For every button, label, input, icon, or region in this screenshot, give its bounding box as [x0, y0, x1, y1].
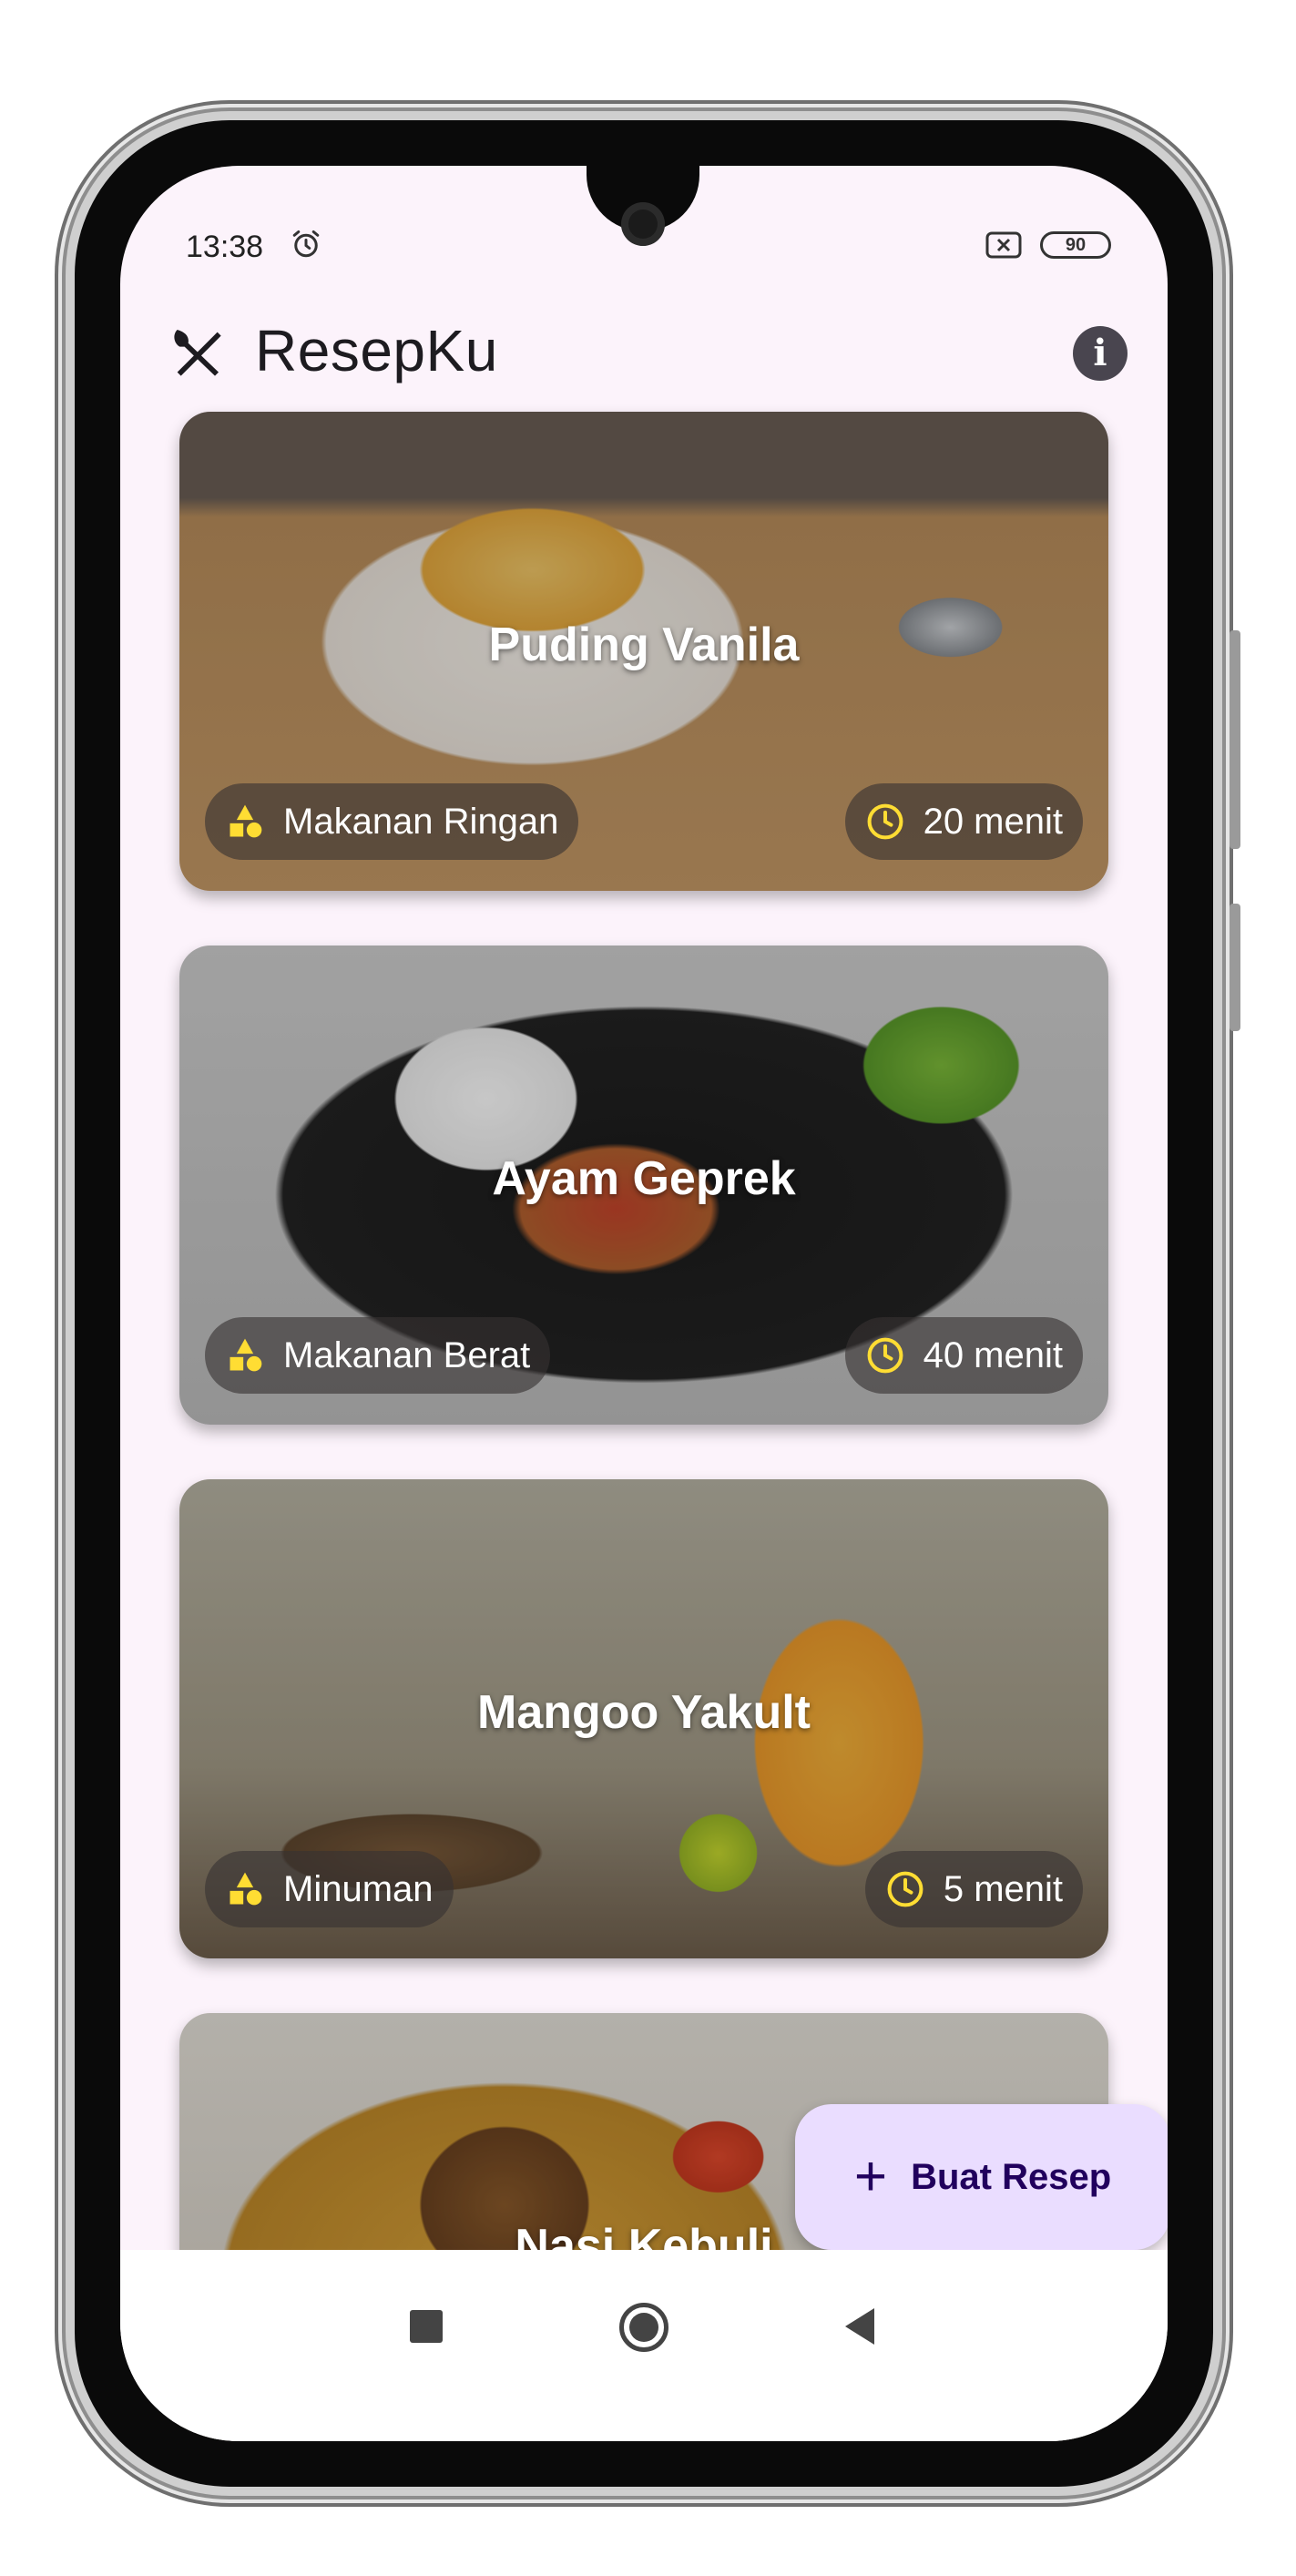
power-button — [1230, 904, 1240, 1031]
category-label: Makanan Berat — [283, 1334, 531, 1375]
category-chip: Makanan Ringan — [205, 783, 579, 860]
alarm-icon — [292, 230, 320, 258]
duration-label: 40 menit — [923, 1334, 1063, 1375]
clock-icon — [887, 1871, 924, 1907]
battery-icon: 90 — [1040, 231, 1111, 259]
duration-label: 5 menit — [943, 1868, 1063, 1909]
category-icon — [230, 1872, 262, 1906]
category-label: Minuman — [283, 1868, 434, 1909]
category-chip: Makanan Berat — [205, 1317, 551, 1394]
app-title: ResepKu — [255, 318, 498, 383]
recipe-card[interactable]: Puding Vanila Makanan Ringan 20 menit — [179, 412, 1108, 891]
recipe-card[interactable]: Ayam Geprek Makanan Berat 40 menit — [179, 946, 1108, 1425]
phone-frame: Puding Vanila Makanan Ringan 20 menit Ay… — [75, 120, 1240, 2487]
system-nav-bar — [120, 2250, 1168, 2441]
category-icon — [230, 1338, 262, 1372]
recipe-title: Ayam Geprek — [492, 1152, 796, 1205]
duration-chip: 20 menit — [844, 783, 1083, 860]
recipe-title: Mangoo Yakult — [477, 1686, 811, 1739]
category-label: Makanan Ringan — [283, 801, 559, 842]
recents-button[interactable] — [410, 2310, 443, 2343]
no-sim-icon — [985, 231, 1022, 259]
duration-chip: 5 menit — [864, 1851, 1083, 1927]
restaurant-icon — [174, 330, 221, 376]
plus-icon: + — [853, 2145, 888, 2208]
category-chip: Minuman — [205, 1851, 454, 1927]
recipe-title: Puding Vanila — [488, 618, 800, 671]
category-icon — [230, 804, 262, 838]
home-button[interactable] — [619, 2303, 668, 2352]
recipe-list[interactable]: Puding Vanila Makanan Ringan 20 menit Ay… — [120, 166, 1168, 2441]
camera — [621, 202, 665, 246]
screen: Puding Vanila Makanan Ringan 20 menit Ay… — [120, 166, 1168, 2441]
create-recipe-label: Buat Resep — [911, 2156, 1112, 2197]
duration-label: 20 menit — [923, 801, 1063, 842]
create-recipe-button[interactable]: + Buat Resep — [795, 2104, 1168, 2250]
recipe-card[interactable]: Mangoo Yakult Minuman 5 menit — [179, 1479, 1108, 1958]
clock-icon — [867, 1337, 903, 1374]
back-button[interactable] — [845, 2308, 874, 2345]
duration-chip: 40 menit — [844, 1317, 1083, 1394]
info-icon[interactable]: i — [1073, 326, 1128, 381]
clock-icon — [867, 803, 903, 840]
volume-button — [1230, 630, 1240, 849]
status-time: 13:38 — [186, 230, 264, 264]
